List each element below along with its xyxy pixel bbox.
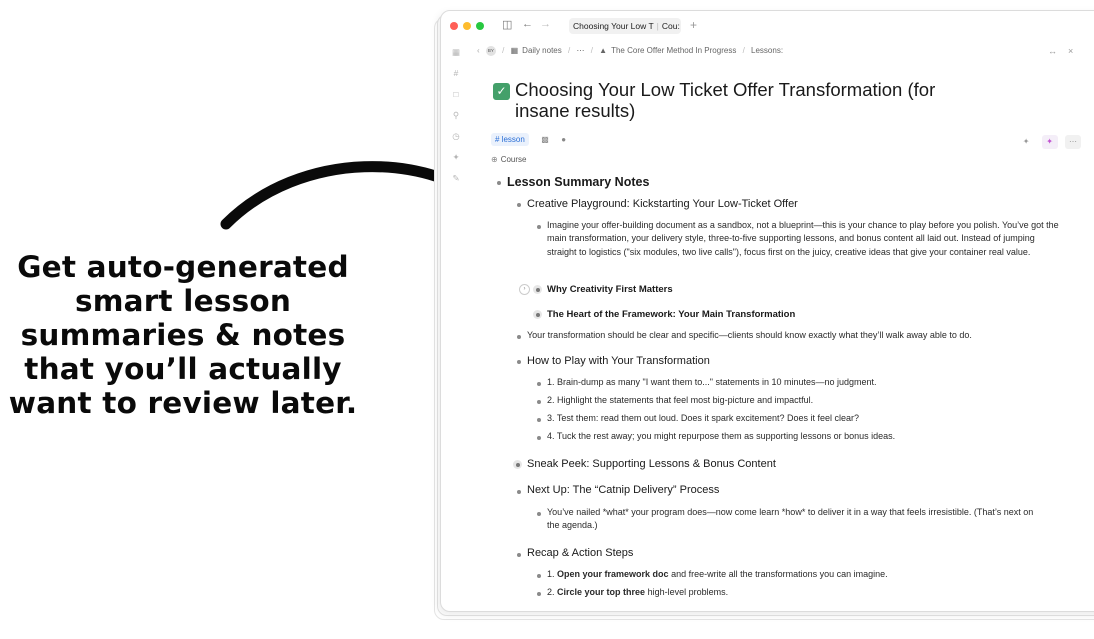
- course-icon: ▲: [599, 46, 608, 56]
- promo-line: that you’ll actually: [24, 352, 342, 386]
- expand-width-icon[interactable]: ↔: [1048, 46, 1057, 56]
- outline-heading[interactable]: The Heart of the Framework: Your Main Tr…: [547, 309, 795, 320]
- step-text: high-level problems.: [645, 587, 729, 597]
- bullet-dot[interactable]: [517, 553, 521, 557]
- breadcrumb: ‹ BY / ▦ Daily notes / ⋯ / ▲ The Core Offe…: [477, 46, 784, 56]
- step-number: 1.: [547, 569, 555, 579]
- history-icon[interactable]: ◷: [449, 129, 463, 143]
- more-icon[interactable]: ⋯: [576, 46, 584, 55]
- property-course[interactable]: ⊕ Course: [491, 155, 1081, 167]
- tag-lesson[interactable]: # lesson: [491, 133, 529, 147]
- new-tab-icon[interactable]: +: [690, 18, 697, 32]
- close-icon[interactable]: ×: [1068, 46, 1073, 56]
- promo-line: summaries & notes: [20, 318, 346, 352]
- outline: Lesson Summary Notes Creative Playground…: [491, 171, 1081, 611]
- edit-icon[interactable]: ✎: [449, 171, 463, 185]
- page-content: ✓ Choosing Your Low Ticket Offer Transfo…: [491, 77, 1081, 611]
- bullet-dot[interactable]: [537, 574, 541, 578]
- bullet-dot[interactable]: [517, 360, 521, 364]
- tags-row: # lesson ▩ ● ✦ ✦ ⋯: [491, 131, 1081, 149]
- page-actions: ✦ ✦ ⋯: [1015, 131, 1081, 149]
- ai-sparkle-icon[interactable]: ✦: [1041, 135, 1058, 149]
- outline-paragraph[interactable]: Your transformation should be clear and …: [527, 329, 1067, 342]
- calendar-icon[interactable]: ▦: [449, 45, 463, 59]
- checkbox-checked-icon[interactable]: ✓: [493, 83, 510, 100]
- tab-current-page[interactable]: Choosing Your Low T | Cou:: [569, 18, 681, 34]
- left-rail: ▦ # □ ⚲ ◷ ✦ ✎: [449, 45, 463, 192]
- bullet-dot[interactable]: [537, 436, 541, 440]
- breadcrumb-lessons[interactable]: Lessons:: [751, 46, 783, 55]
- tab-title-secondary: Cou:: [661, 21, 680, 31]
- title-row: ✓ Choosing Your Low Ticket Offer Transfo…: [491, 77, 1081, 125]
- bullet-dot[interactable]: [517, 203, 521, 207]
- bullet-dot[interactable]: [537, 512, 541, 516]
- forward-arrow-icon[interactable]: →: [540, 18, 551, 30]
- promo-headline: Get auto-generated smart lesson summarie…: [0, 250, 366, 420]
- collapsed-bullet[interactable]: [533, 310, 542, 319]
- outline-paragraph[interactable]: Imagine your offer-building document as …: [547, 219, 1063, 259]
- avatar[interactable]: BY: [485, 46, 496, 56]
- list-item[interactable]: 2. Highlight the statements that feel mo…: [547, 394, 813, 407]
- calendar-small-icon: ▦: [510, 46, 519, 56]
- bullet-dot[interactable]: [497, 181, 501, 185]
- page-title[interactable]: Choosing Your Low Ticket Offer Transform…: [515, 79, 965, 121]
- promo-line: smart lesson: [74, 284, 292, 318]
- microphone-icon[interactable]: ●: [561, 135, 566, 144]
- promo-line: want to review later.: [8, 386, 358, 420]
- outline-heading[interactable]: Creative Playground: Kickstarting Your L…: [527, 198, 798, 210]
- sparkle-icon[interactable]: ✦: [449, 150, 463, 164]
- plus-circle-icon: ⊕: [491, 155, 498, 164]
- expand-chevron-icon[interactable]: ›: [519, 284, 530, 295]
- list-item[interactable]: 3. Test them: read them out loud. Does i…: [547, 412, 859, 425]
- app-window: ◫ ← → Choosing Your Low T | Cou: + ▦ # □ ⚲…: [440, 10, 1094, 612]
- outline-paragraph[interactable]: You’ve nailed *what* your program does—n…: [547, 506, 1047, 533]
- bullet-dot[interactable]: [517, 490, 521, 494]
- outline-heading[interactable]: Why Creativity First Matters: [547, 284, 673, 295]
- step-number: 2.: [547, 587, 555, 597]
- minimize-window-button[interactable]: [463, 22, 471, 30]
- collapsed-bullet[interactable]: [513, 460, 522, 469]
- property-label: Course: [500, 155, 527, 164]
- bullet-dot[interactable]: [537, 418, 541, 422]
- maximize-window-button[interactable]: [476, 22, 484, 30]
- bold-text: Circle your top three: [557, 587, 646, 597]
- sidebar-toggle-icon[interactable]: ◫: [502, 18, 512, 31]
- promo-line: Get auto-generated: [17, 250, 349, 284]
- collapsed-bullet[interactable]: [533, 285, 542, 294]
- bullet-dot[interactable]: [517, 335, 521, 339]
- list-item[interactable]: 1. Open your framework doc and free-writ…: [547, 568, 888, 581]
- bullet-dot[interactable]: [537, 400, 541, 404]
- list-item[interactable]: 2. Circle your top three high-level prob…: [547, 586, 728, 599]
- inbox-icon[interactable]: □: [449, 87, 463, 101]
- outline-heading[interactable]: Next Up: The “Catnip Delivery” Process: [527, 484, 719, 496]
- close-window-button[interactable]: [450, 22, 458, 30]
- chevron-left-icon[interactable]: ‹: [477, 46, 480, 55]
- outline-heading[interactable]: Lesson Summary Notes: [507, 175, 649, 189]
- bullet-dot[interactable]: [537, 382, 541, 386]
- bold-text: Open your framework doc: [557, 569, 669, 579]
- tab-title: Choosing Your Low T: [573, 21, 654, 31]
- breadcrumb-course[interactable]: The Core Offer Method In Progress: [611, 46, 736, 55]
- outline-heading[interactable]: Sneak Peek: Supporting Lessons & Bonus C…: [527, 458, 776, 470]
- chat-icon[interactable]: ▩: [541, 135, 549, 144]
- hash-icon[interactable]: #: [449, 66, 463, 80]
- step-text: and free-write all the transformations y…: [668, 569, 888, 579]
- breadcrumb-daily-notes[interactable]: Daily notes: [522, 46, 562, 55]
- pin-icon[interactable]: ✦: [1018, 135, 1034, 149]
- bullet-dot[interactable]: [537, 592, 541, 596]
- bullet-dot[interactable]: [537, 225, 541, 229]
- outline-heading[interactable]: Recap & Action Steps: [527, 547, 633, 559]
- back-arrow-icon[interactable]: ←: [522, 18, 533, 30]
- more-options-icon[interactable]: ⋯: [1065, 135, 1081, 149]
- title-bar: ◫ ← → Choosing Your Low T | Cou: +: [441, 11, 1094, 39]
- list-item[interactable]: 1. Brain-dump as many "I want them to...…: [547, 376, 877, 389]
- list-item[interactable]: 4. Tuck the rest away; you might repurpo…: [547, 430, 895, 443]
- outline-heading[interactable]: How to Play with Your Transformation: [527, 355, 710, 367]
- search-icon[interactable]: ⚲: [449, 108, 463, 122]
